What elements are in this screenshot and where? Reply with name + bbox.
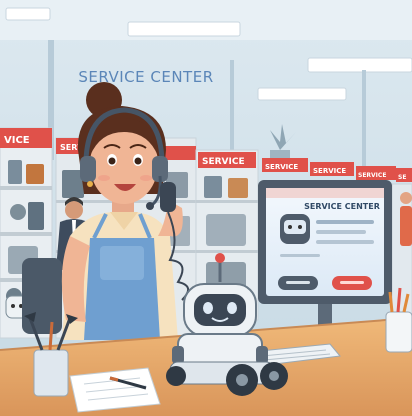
monitor-title: SERVICE CENTER (304, 202, 380, 211)
service-center-scene: SERVICE CENTER VICE SERVICE SERVICE SERV… (0, 0, 412, 416)
shelf-sign: VICE (4, 135, 30, 146)
pencil-cup (385, 287, 412, 353)
office-chair (22, 258, 62, 334)
shelf-sign: SERVICE (358, 172, 386, 179)
shelf-sign: SERVICE (265, 163, 298, 171)
ceiling-light (307, 57, 412, 73)
glass-frame (230, 60, 234, 160)
shelf-sign: SERVICE (202, 157, 245, 167)
shelf-sign: SERVICE (313, 167, 346, 175)
background-person-body (400, 206, 412, 246)
ceiling-light (5, 7, 51, 21)
shelf-sign: SE (398, 174, 406, 181)
illustration: SERVICE CENTER VICE SERVICE SERVICE SERV… (0, 0, 412, 416)
ceiling-light (127, 21, 241, 37)
ceiling-light (257, 87, 347, 101)
background-person-head (400, 192, 412, 204)
paper-documents (69, 367, 161, 413)
